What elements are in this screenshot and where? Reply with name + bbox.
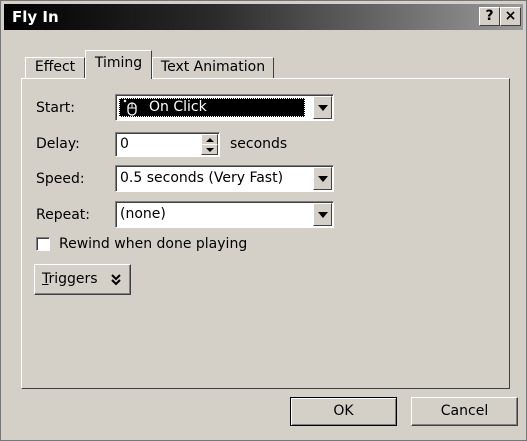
start-select[interactable]: On Click [115, 94, 334, 121]
chevron-down-icon [318, 105, 328, 111]
delay-input[interactable]: 0 [115, 132, 220, 157]
spin-down-button[interactable] [201, 144, 218, 155]
speed-label: Speed: [36, 171, 85, 187]
repeat-label: Repeat: [36, 207, 90, 223]
rewind-label[interactable]: Rewind when done playing [59, 236, 247, 252]
tab-text-animation[interactable]: Text Animation [152, 57, 274, 78]
repeat-select[interactable]: (none) [115, 201, 334, 228]
speed-dropdown-button[interactable] [313, 167, 332, 190]
chevron-down-icon [318, 212, 328, 218]
speed-select[interactable]: 0.5 seconds (Very Fast) [115, 165, 334, 192]
arrow-up-icon [206, 138, 214, 142]
start-dropdown-button[interactable] [313, 96, 332, 119]
delay-spinner[interactable] [201, 134, 218, 155]
fly-in-dialog: Fly In ? × Effect Timing Text Animation … [0, 0, 527, 441]
title-bar[interactable]: Fly In ? × [4, 4, 523, 30]
repeat-dropdown-button[interactable] [313, 203, 332, 226]
triggers-label: riggers [48, 271, 98, 287]
close-button[interactable]: × [500, 7, 521, 26]
dialog-title: Fly In [12, 8, 59, 26]
delay-unit-label: seconds [230, 136, 288, 152]
speed-value: 0.5 seconds (Very Fast) [120, 170, 284, 186]
cancel-button[interactable]: Cancel [411, 397, 518, 426]
start-value: On Click [149, 99, 207, 115]
ok-button[interactable]: OK [290, 397, 397, 426]
mouse-click-icon [123, 99, 137, 116]
repeat-value: (none) [120, 206, 166, 222]
start-selection-highlight [119, 98, 305, 117]
double-chevron-down-icon [111, 274, 121, 286]
help-button[interactable]: ? [479, 7, 500, 26]
triggers-button[interactable]: Triggers [34, 264, 131, 295]
delay-label: Delay: [36, 136, 80, 152]
chevron-down-icon [318, 176, 328, 182]
tab-timing[interactable]: Timing [85, 50, 152, 79]
start-label: Start: [36, 100, 75, 116]
timing-panel [21, 78, 510, 389]
rewind-checkbox[interactable] [36, 237, 50, 251]
arrow-down-icon [206, 148, 214, 152]
delay-value: 0 [120, 136, 129, 152]
tab-effect[interactable]: Effect [25, 57, 85, 78]
